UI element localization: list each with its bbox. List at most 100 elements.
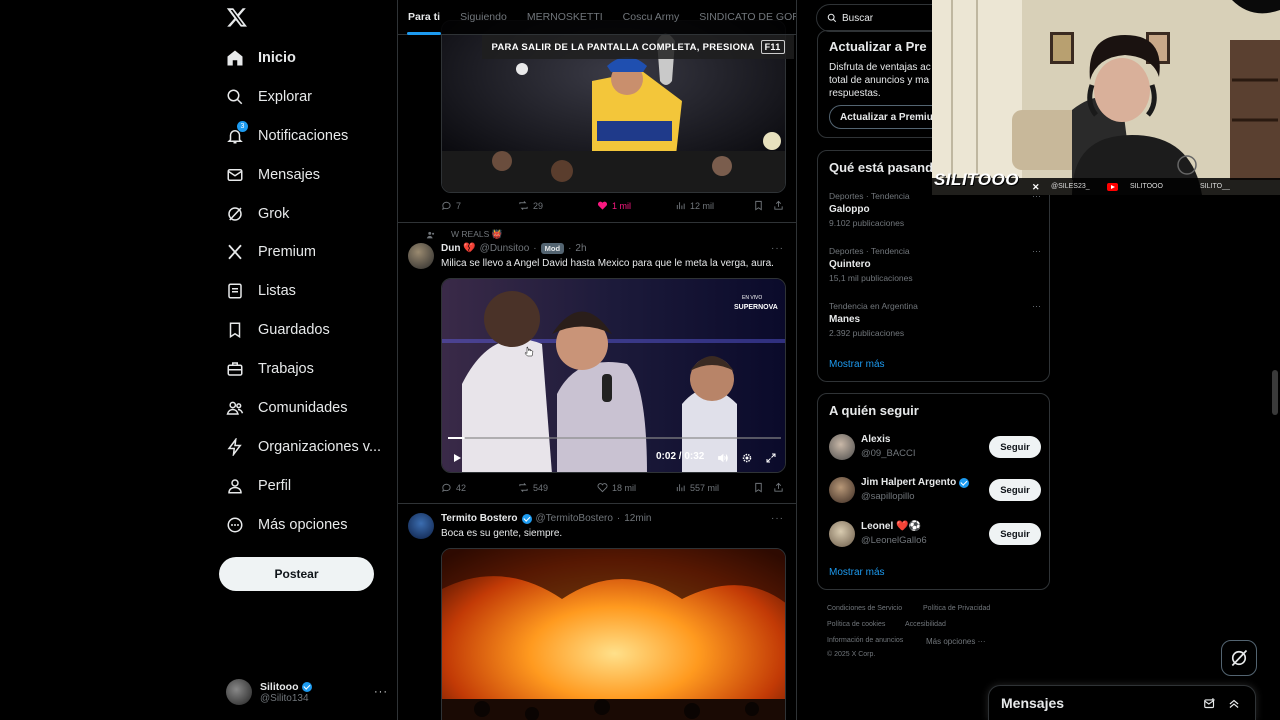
author-name[interactable]: Termito Bostero: [441, 513, 518, 524]
new-message-icon[interactable]: [1203, 697, 1217, 711]
settings-icon[interactable]: [741, 452, 753, 464]
footer-link[interactable]: Condiciones de Servicio: [827, 605, 902, 612]
nav-item-guardados[interactable]: Guardados: [216, 310, 340, 350]
tab-para-ti[interactable]: Para ti: [398, 0, 450, 35]
more-icon[interactable]: ···: [771, 513, 784, 524]
tab-siguiendo[interactable]: Siguiendo: [450, 0, 517, 35]
nav-item-grok[interactable]: Grok: [216, 194, 299, 234]
mod-badge: Mod: [540, 243, 565, 254]
trend-item[interactable]: Tendencia en Argentina Manes 2.392 publi…: [829, 301, 1041, 338]
nav-item-inicio[interactable]: Inicio: [216, 38, 306, 78]
community-icon: [426, 231, 435, 238]
share-button[interactable]: [773, 482, 784, 493]
nav-item-mas-opciones[interactable]: Más opciones: [216, 505, 357, 545]
follow-button[interactable]: Seguir: [989, 523, 1041, 545]
chevron-up-icon[interactable]: [1227, 697, 1241, 711]
nav-item-explorar[interactable]: Explorar: [216, 77, 322, 117]
footer-link[interactable]: Información de anuncios: [827, 637, 903, 644]
more-icon[interactable]: ···: [771, 243, 784, 254]
nav-item-premium[interactable]: Premium: [216, 232, 326, 272]
trend-item[interactable]: Deportes · Tendencia Quintero 15,1 mil p…: [829, 246, 1041, 283]
post-image[interactable]: [441, 548, 786, 720]
trend-name: Quintero: [829, 259, 871, 270]
messages-title: Mensajes: [1001, 695, 1065, 711]
nav-item-perfil[interactable]: Perfil: [216, 466, 301, 506]
author-name[interactable]: Dun 💔: [441, 243, 476, 254]
nav-item-listas[interactable]: Listas: [216, 271, 306, 311]
account-switcher[interactable]: Silitooo @Silito134 ···: [226, 674, 387, 710]
tab-coscu-army[interactable]: Coscu Army: [613, 0, 690, 35]
author-handle[interactable]: @TermitoBostero: [536, 513, 613, 524]
trend-category: Tendencia en Argentina: [829, 301, 918, 311]
follow-suggestion[interactable]: Alexis @09_BACCI Seguir: [829, 432, 1041, 464]
like-button[interactable]: 1 mil: [597, 200, 631, 211]
fullscreen-icon[interactable]: [765, 452, 777, 464]
post-header: Dun 💔 @Dunsitoo · Mod · 2h: [441, 243, 587, 254]
scrollbar[interactable]: [1272, 370, 1278, 415]
messages-drawer[interactable]: Mensajes: [988, 685, 1256, 720]
tab-sindicato[interactable]: SINDICATO DE GORD: [689, 0, 796, 35]
follow-suggestion[interactable]: Jim Halpert Argento @sapillopillo Seguir: [829, 475, 1041, 507]
post-time[interactable]: 12min: [624, 513, 651, 524]
person-icon: [226, 477, 244, 495]
show-more-follow[interactable]: Mostrar más: [829, 567, 885, 578]
post-time[interactable]: 2h: [575, 243, 586, 254]
left-sidebar: Inicio Explorar 3 Notificaciones Mensaje…: [210, 0, 396, 720]
trend-item[interactable]: Deportes · Tendencia Galoppo 9.102 publi…: [829, 191, 1041, 228]
nav-label: Grok: [258, 206, 290, 222]
post-button[interactable]: Postear: [219, 557, 374, 591]
follow-handle: @09_BACCI: [861, 448, 916, 459]
more-icon[interactable]: ···: [1032, 246, 1041, 256]
show-more-trends[interactable]: Mostrar más: [829, 359, 885, 370]
trend-name: Galoppo: [829, 204, 870, 215]
divider: [398, 503, 796, 504]
footer-more[interactable]: Más opciones ···: [926, 637, 986, 646]
grok-float-button[interactable]: [1221, 640, 1257, 676]
x-logo-icon[interactable]: [226, 6, 252, 32]
fullscreen-notice: PARA SALIR DE LA PANTALLA COMPLETA, PRES…: [482, 35, 794, 59]
search-icon: [226, 88, 244, 106]
like-button[interactable]: 18 mil: [597, 482, 636, 493]
bookmark-button[interactable]: [753, 200, 764, 211]
avatar[interactable]: [408, 243, 434, 269]
author-handle[interactable]: @Dunsitoo: [480, 243, 530, 254]
follow-button[interactable]: Seguir: [989, 436, 1041, 458]
volume-icon[interactable]: [717, 452, 729, 464]
nav-item-trabajos[interactable]: Trabajos: [216, 349, 324, 389]
nav-item-notificaciones[interactable]: 3 Notificaciones: [216, 116, 358, 156]
nav-label: Trabajos: [258, 361, 314, 377]
footer-link[interactable]: Política de Privacidad: [923, 605, 990, 612]
nav-label: Más opciones: [258, 517, 348, 533]
post-text: Boca es su gente, siempre.: [441, 528, 563, 539]
repost-button[interactable]: 29: [518, 200, 543, 211]
footer-link[interactable]: Accesibilidad: [905, 621, 946, 628]
grok-icon: [1231, 649, 1248, 667]
nav-item-comunidades[interactable]: Comunidades: [216, 388, 357, 428]
premium-upgrade-button[interactable]: Actualizar a Premiu: [829, 105, 944, 129]
video-player[interactable]: EN VIVO SUPERNOVA 0:02 / 0:32: [441, 278, 786, 473]
trends-title: Qué está pasand: [829, 160, 934, 175]
reply-icon: [442, 483, 451, 493]
reply-button[interactable]: 42: [441, 482, 466, 493]
views-button[interactable]: 557 mil: [675, 482, 719, 493]
views-button[interactable]: 12 mil: [675, 200, 714, 211]
more-icon[interactable]: ···: [1032, 301, 1041, 311]
play-icon[interactable]: [451, 452, 463, 464]
repost-count: 29: [533, 200, 544, 211]
follow-suggestion[interactable]: Leonel ❤️⚽ @LeonelGallo6 Seguir: [829, 519, 1041, 551]
bookmark-button[interactable]: [753, 482, 764, 493]
tab-mernosketti[interactable]: MERNOSKETTI: [517, 0, 613, 35]
avatar[interactable]: [408, 513, 434, 539]
fullscreen-key: F11: [760, 40, 785, 54]
reply-button[interactable]: 7: [441, 200, 461, 211]
nav-item-mensajes[interactable]: Mensajes: [216, 155, 330, 195]
share-button[interactable]: [773, 200, 784, 211]
trend-count: 2.392 publicaciones: [829, 328, 905, 338]
footer-link[interactable]: Política de cookies: [827, 621, 885, 628]
follow-button[interactable]: Seguir: [989, 479, 1041, 501]
repost-button[interactable]: 549: [518, 482, 548, 493]
list-icon: [226, 282, 244, 300]
nav-item-organizaciones[interactable]: Organizaciones v...: [216, 427, 391, 467]
like-count: 18 mil: [612, 482, 637, 493]
account-name: Silitooo: [260, 680, 299, 693]
